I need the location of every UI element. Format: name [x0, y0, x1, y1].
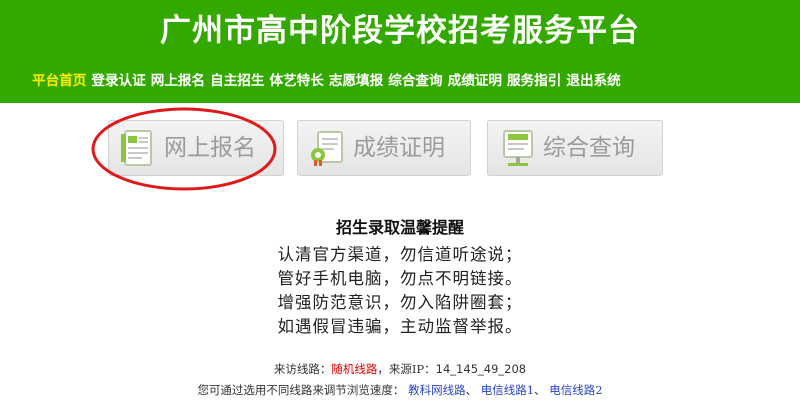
- query-board-icon: [503, 130, 533, 166]
- site-title: 广州市高中阶段学校招考服务平台: [160, 13, 640, 49]
- admission-notice: 招生录取温馨提醒 认清官方渠道，勿信道听途说； 管好手机电脑，勿点不明链接。 增…: [0, 218, 800, 339]
- notice-line: 增强防范意识，勿入陷阱圈套；: [277, 293, 523, 312]
- nav-item-logout[interactable]: 退出系统: [566, 70, 620, 92]
- registration-form-icon: [121, 130, 152, 166]
- notice-line: 如遇假冒违骗，主动监督举报。: [277, 317, 523, 336]
- online-registration-tile-label: 网上报名: [164, 135, 256, 161]
- quick-tiles: 网上报名 成绩证明 综合查询: [0, 120, 800, 180]
- score-certificate-icon: [311, 131, 343, 166]
- general-query-tile[interactable]: 综合查询: [487, 120, 663, 176]
- notice-line: 管好手机电脑，勿点不明链接。: [277, 269, 523, 288]
- nav-item-general-query[interactable]: 综合查询: [388, 70, 442, 92]
- nav-item-independent-enrollment[interactable]: 自主招生: [210, 70, 264, 92]
- nav-item-online-registration[interactable]: 网上报名: [151, 70, 205, 92]
- route-link-telecom-2[interactable]: 电信线路2: [549, 383, 602, 397]
- notice-line: 认清官方渠道，勿信道听途说；: [277, 245, 523, 264]
- online-registration-tile[interactable]: 网上报名: [108, 120, 284, 176]
- nav-item-home[interactable]: 平台首页: [32, 70, 86, 92]
- nav-item-login[interactable]: 登录认证: [91, 70, 145, 92]
- score-certificate-tile-label: 成绩证明: [353, 135, 445, 161]
- route-prefix: 来访线路：: [273, 362, 332, 376]
- route-switch: 您可通过选用不同线路来调节浏览速度： 教科网线路、 电信线路1、 电信线路2: [0, 382, 800, 398]
- main-nav: 平台首页 登录认证 网上报名 自主招生 体艺特长 志愿填报 综合查询 成绩证明 …: [32, 70, 621, 92]
- site-header: 广州市高中阶段学校招考服务平台 平台首页 登录认证 网上报名 自主招生 体艺特长…: [0, 0, 800, 103]
- general-query-tile-label: 综合查询: [543, 135, 635, 161]
- route-switch-prefix: 您可通过选用不同线路来调节浏览速度：: [197, 383, 405, 397]
- score-certificate-tile[interactable]: 成绩证明: [297, 120, 471, 176]
- visit-route-info: 来访线路：随机线路，来源IP：14_145_49_208: [0, 361, 800, 377]
- source-ip: 14_145_49_208: [435, 362, 527, 376]
- nav-item-sports-arts[interactable]: 体艺特长: [270, 70, 324, 92]
- nav-item-score-certificate[interactable]: 成绩证明: [448, 70, 502, 92]
- route-separator: 、: [465, 383, 478, 397]
- route-link-edu[interactable]: 教科网线路: [408, 383, 466, 397]
- route-separator: 、: [534, 383, 546, 397]
- route-link-telecom-1[interactable]: 电信线路1: [481, 383, 534, 397]
- route-ip-label: ，来源IP：: [377, 362, 436, 376]
- current-route: 随机线路: [331, 362, 378, 376]
- notice-title: 招生录取温馨提醒: [335, 218, 464, 237]
- nav-item-service-guide[interactable]: 服务指引: [507, 70, 561, 92]
- nav-item-preference-filling[interactable]: 志愿填报: [329, 70, 383, 92]
